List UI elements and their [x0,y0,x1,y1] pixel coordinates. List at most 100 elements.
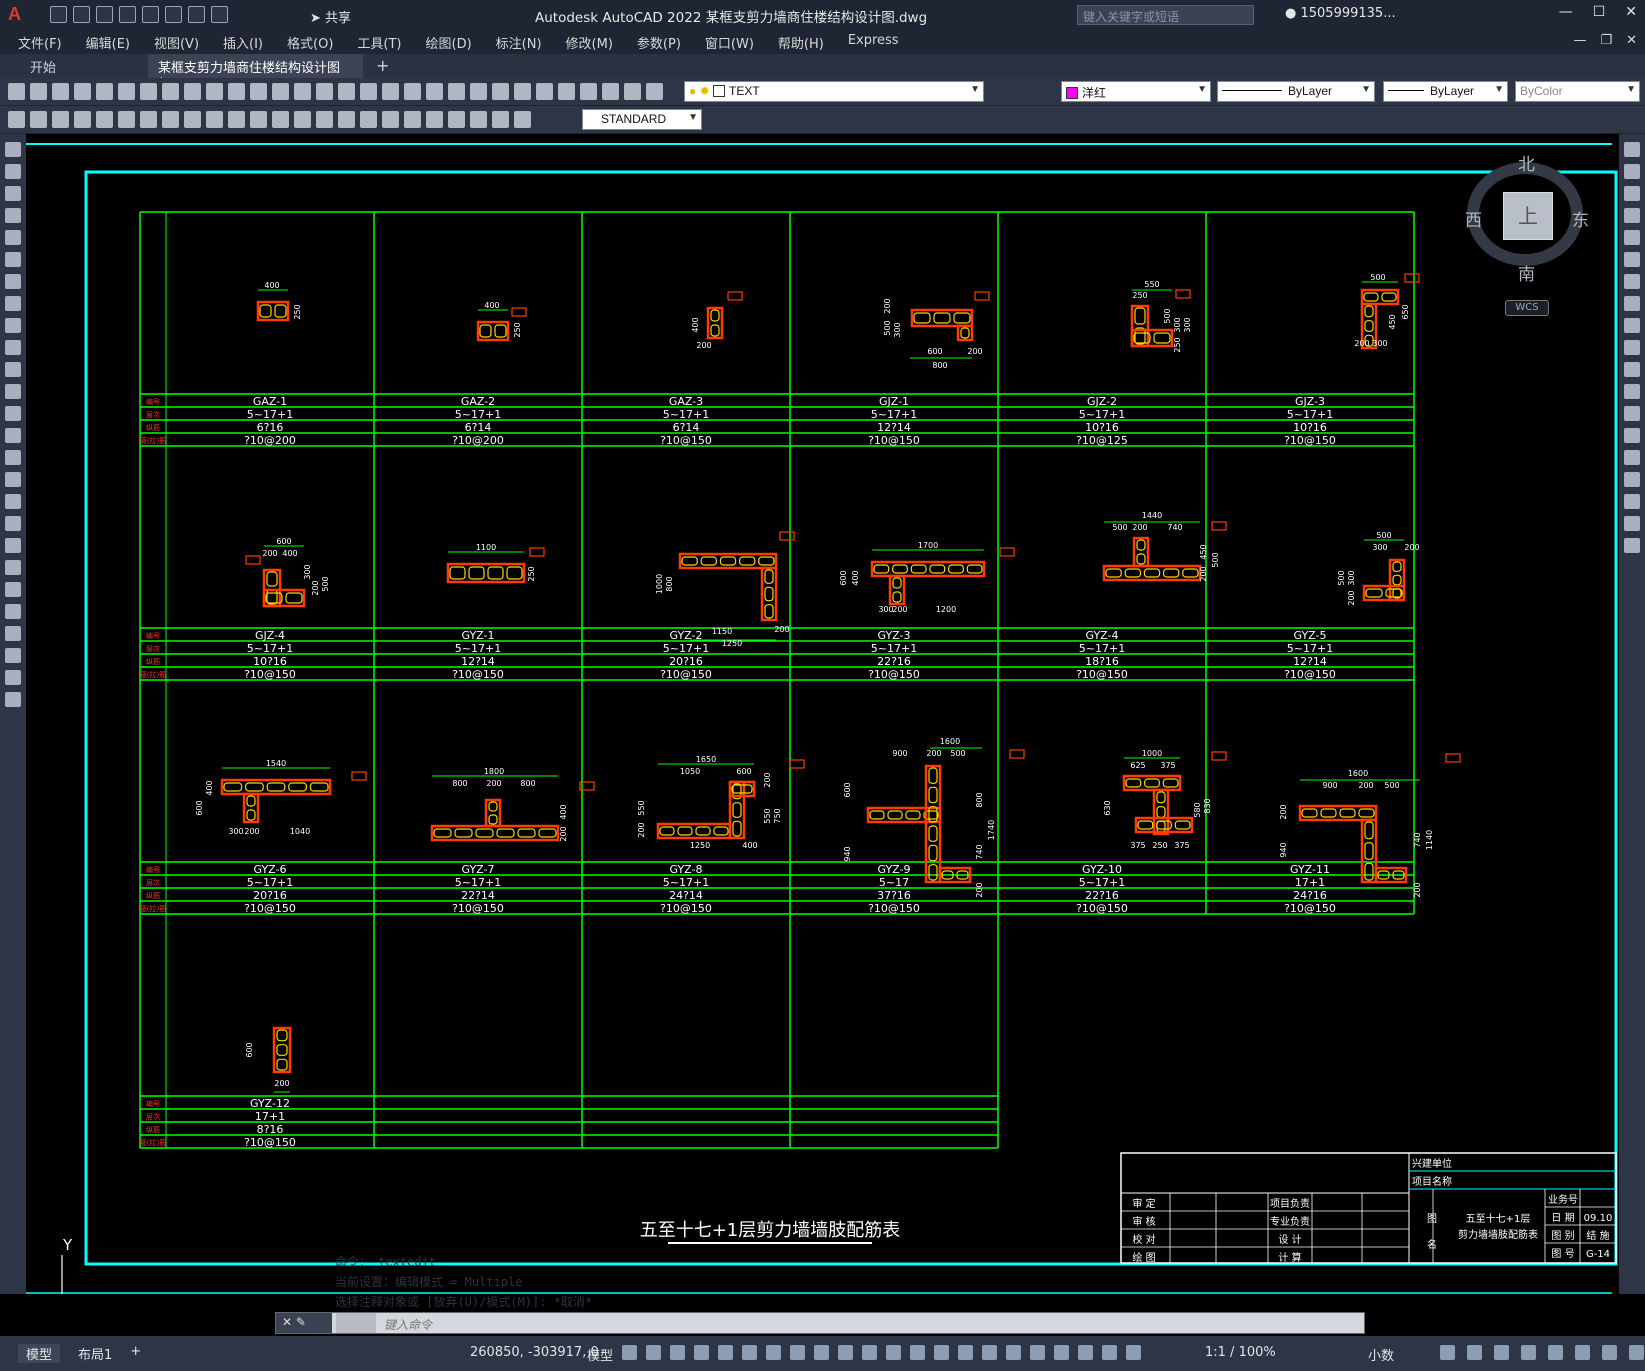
draw-tool-icon[interactable] [5,384,21,399]
dim-tool-icon[interactable] [470,111,487,128]
menu-item[interactable]: 帮助(H) [778,33,824,52]
save-icon[interactable] [96,6,113,23]
tool-icon[interactable] [272,83,289,100]
layer-combo[interactable]: ● ✹ TEXT ▼ [684,81,984,102]
dim-tool-icon[interactable] [8,111,25,128]
tool-icon[interactable] [96,83,113,100]
draw-tool-icon[interactable] [5,692,21,707]
recent-commands-icon[interactable] [336,1313,376,1333]
tab-start[interactable]: 开始 [20,54,140,78]
status-tool-icon[interactable] [1602,1345,1617,1360]
minimize-icon[interactable]: — [1559,4,1573,20]
draw-tool-icon[interactable] [5,252,21,267]
customize-icon[interactable]: ✎ [296,1315,306,1329]
dim-tool-icon[interactable] [184,111,201,128]
tool-icon[interactable] [624,83,641,100]
doc-restore-icon[interactable]: ❐ [1600,33,1612,48]
tool-icon[interactable] [250,83,267,100]
viewcube[interactable]: 上 北 南 东 西 WCS [1465,150,1589,316]
draw-tool-icon[interactable] [5,406,21,421]
draw-tool-icon[interactable] [5,142,21,157]
modify-tool-icon[interactable] [1624,538,1640,553]
dim-tool-icon[interactable] [74,111,91,128]
compass-east[interactable]: 东 [1572,206,1589,231]
status-tool-icon[interactable] [1521,1345,1536,1360]
modify-tool-icon[interactable] [1624,450,1640,465]
compass-west[interactable]: 西 [1465,206,1482,231]
status-toggle-icon[interactable] [838,1345,853,1360]
tool-icon[interactable] [140,83,157,100]
menu-item[interactable]: 参数(P) [637,33,681,52]
status-toggle-icon[interactable] [1126,1345,1141,1360]
textstyle-combo[interactable]: STANDARD ▼ [582,109,702,130]
menu-item[interactable]: 工具(T) [357,33,401,52]
doc-close-icon[interactable]: ✕ [1626,33,1637,48]
draw-tool-icon[interactable] [5,208,21,223]
status-tool-icon[interactable] [1494,1345,1509,1360]
draw-tool-icon[interactable] [5,230,21,245]
linetype-combo[interactable]: ByLayer ▼ [1217,81,1375,102]
command-input[interactable]: 键入命令 [384,1316,432,1333]
status-toggle-icon[interactable] [646,1345,661,1360]
units-display[interactable]: 小数 [1368,1345,1394,1364]
draw-tool-icon[interactable] [5,362,21,377]
modify-tool-icon[interactable] [1624,252,1640,267]
tool-icon[interactable] [470,83,487,100]
compass-north[interactable]: 北 [1518,150,1535,175]
status-toggle-icon[interactable] [790,1345,805,1360]
maximize-icon[interactable]: ☐ [1593,4,1606,20]
draw-tool-icon[interactable] [5,186,21,201]
modify-tool-icon[interactable] [1624,494,1640,509]
autocad-logo[interactable]: A [8,4,21,25]
status-tool-icon[interactable] [1629,1345,1644,1360]
tool-icon[interactable] [294,83,311,100]
tab-drawing[interactable]: 某框支剪力墙商住楼结构设计图*✕ [148,54,363,91]
color-combo[interactable]: 洋红 ▼ [1061,81,1211,102]
status-toggle-icon[interactable] [718,1345,733,1360]
draw-tool-icon[interactable] [5,296,21,311]
draw-tool-icon[interactable] [5,516,21,531]
close-icon[interactable]: ✕ [282,1315,292,1329]
menu-item[interactable]: 文件(F) [18,33,62,52]
save-as-icon[interactable] [119,6,136,23]
dim-tool-icon[interactable] [228,111,245,128]
modify-tool-icon[interactable] [1624,428,1640,443]
user-account[interactable]: ● 1505999135... [1285,6,1396,21]
new-icon[interactable] [50,6,67,23]
draw-tool-icon[interactable] [5,670,21,685]
wcs-menu[interactable]: WCS [1505,300,1549,316]
status-tool-icon[interactable] [1440,1345,1455,1360]
status-toggle-icon[interactable] [910,1345,925,1360]
status-toggle-icon[interactable] [1030,1345,1045,1360]
menu-item[interactable]: 编辑(E) [86,33,130,52]
search-input[interactable]: 键入关键字或短语 [1077,5,1254,25]
tool-icon[interactable] [74,83,91,100]
tool-icon[interactable] [162,83,179,100]
tab-layout1[interactable]: 布局1 [78,1344,112,1363]
tool-icon[interactable] [228,83,245,100]
dim-tool-icon[interactable] [96,111,113,128]
status-toggle-icon[interactable] [1078,1345,1093,1360]
publish-icon[interactable] [142,6,159,23]
draw-tool-icon[interactable] [5,560,21,575]
tool-icon[interactable] [492,83,509,100]
cursor-coordinates[interactable]: 260850, -303917, 0 [470,1345,599,1360]
tab-model[interactable]: 模型 [18,1344,61,1363]
modify-tool-icon[interactable] [1624,208,1640,223]
dim-tool-icon[interactable] [514,111,531,128]
dim-tool-icon[interactable] [272,111,289,128]
tool-icon[interactable] [316,83,333,100]
dim-tool-icon[interactable] [382,111,399,128]
draw-tool-icon[interactable] [5,582,21,597]
draw-tool-icon[interactable] [5,340,21,355]
dim-tool-icon[interactable] [140,111,157,128]
dim-tool-icon[interactable] [162,111,179,128]
modify-tool-icon[interactable] [1624,274,1640,289]
draw-tool-icon[interactable] [5,494,21,509]
print-icon[interactable] [165,6,182,23]
undo-icon[interactable] [188,6,205,23]
dim-tool-icon[interactable] [206,111,223,128]
modify-tool-icon[interactable] [1624,142,1640,157]
status-toggle-icon[interactable] [958,1345,973,1360]
doc-minimize-icon[interactable]: — [1573,33,1586,48]
